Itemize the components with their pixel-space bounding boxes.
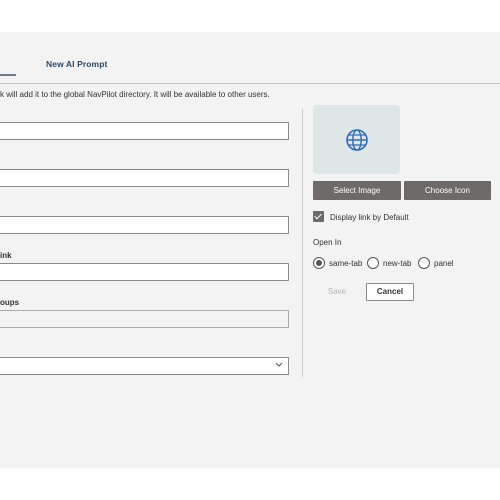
link-label: ink [0,251,12,260]
column-divider [302,109,303,377]
choose-icon-button[interactable]: Choose Icon [404,181,491,200]
tab-active-indicator [0,74,16,76]
display-default-checkbox[interactable] [313,211,324,222]
open-in-label: Open In [313,238,342,247]
text-field-3[interactable] [0,216,289,234]
groups-label: oups [0,298,20,307]
groups-field[interactable] [0,310,289,328]
select-image-button[interactable]: Select Image [313,181,401,200]
save-button[interactable]: Save [316,283,358,301]
radio-same-tab[interactable] [313,257,325,269]
intro-text: k will add it to the global NavPilot dir… [0,90,270,99]
radio-same-tab-label: same-tab [329,259,363,268]
tab-new-ai-prompt[interactable]: New AI Prompt [46,59,107,69]
globe-icon [346,129,368,151]
chevron-down-icon [275,361,283,370]
cancel-button[interactable]: Cancel [366,283,414,301]
radio-panel[interactable] [418,257,430,269]
dropdown-select[interactable] [0,357,289,375]
radio-new-tab[interactable] [367,257,379,269]
form-panel: New AI Prompt k will add it to the globa… [0,32,500,468]
tab-bar: New AI Prompt [0,32,500,84]
text-field-2[interactable] [0,169,289,187]
icon-preview [313,105,400,174]
link-field[interactable] [0,263,289,281]
radio-panel-label: panel [434,259,454,268]
radio-new-tab-label: new-tab [383,259,412,268]
text-field-1[interactable] [0,122,289,140]
display-default-label: Display link by Default [330,213,409,222]
